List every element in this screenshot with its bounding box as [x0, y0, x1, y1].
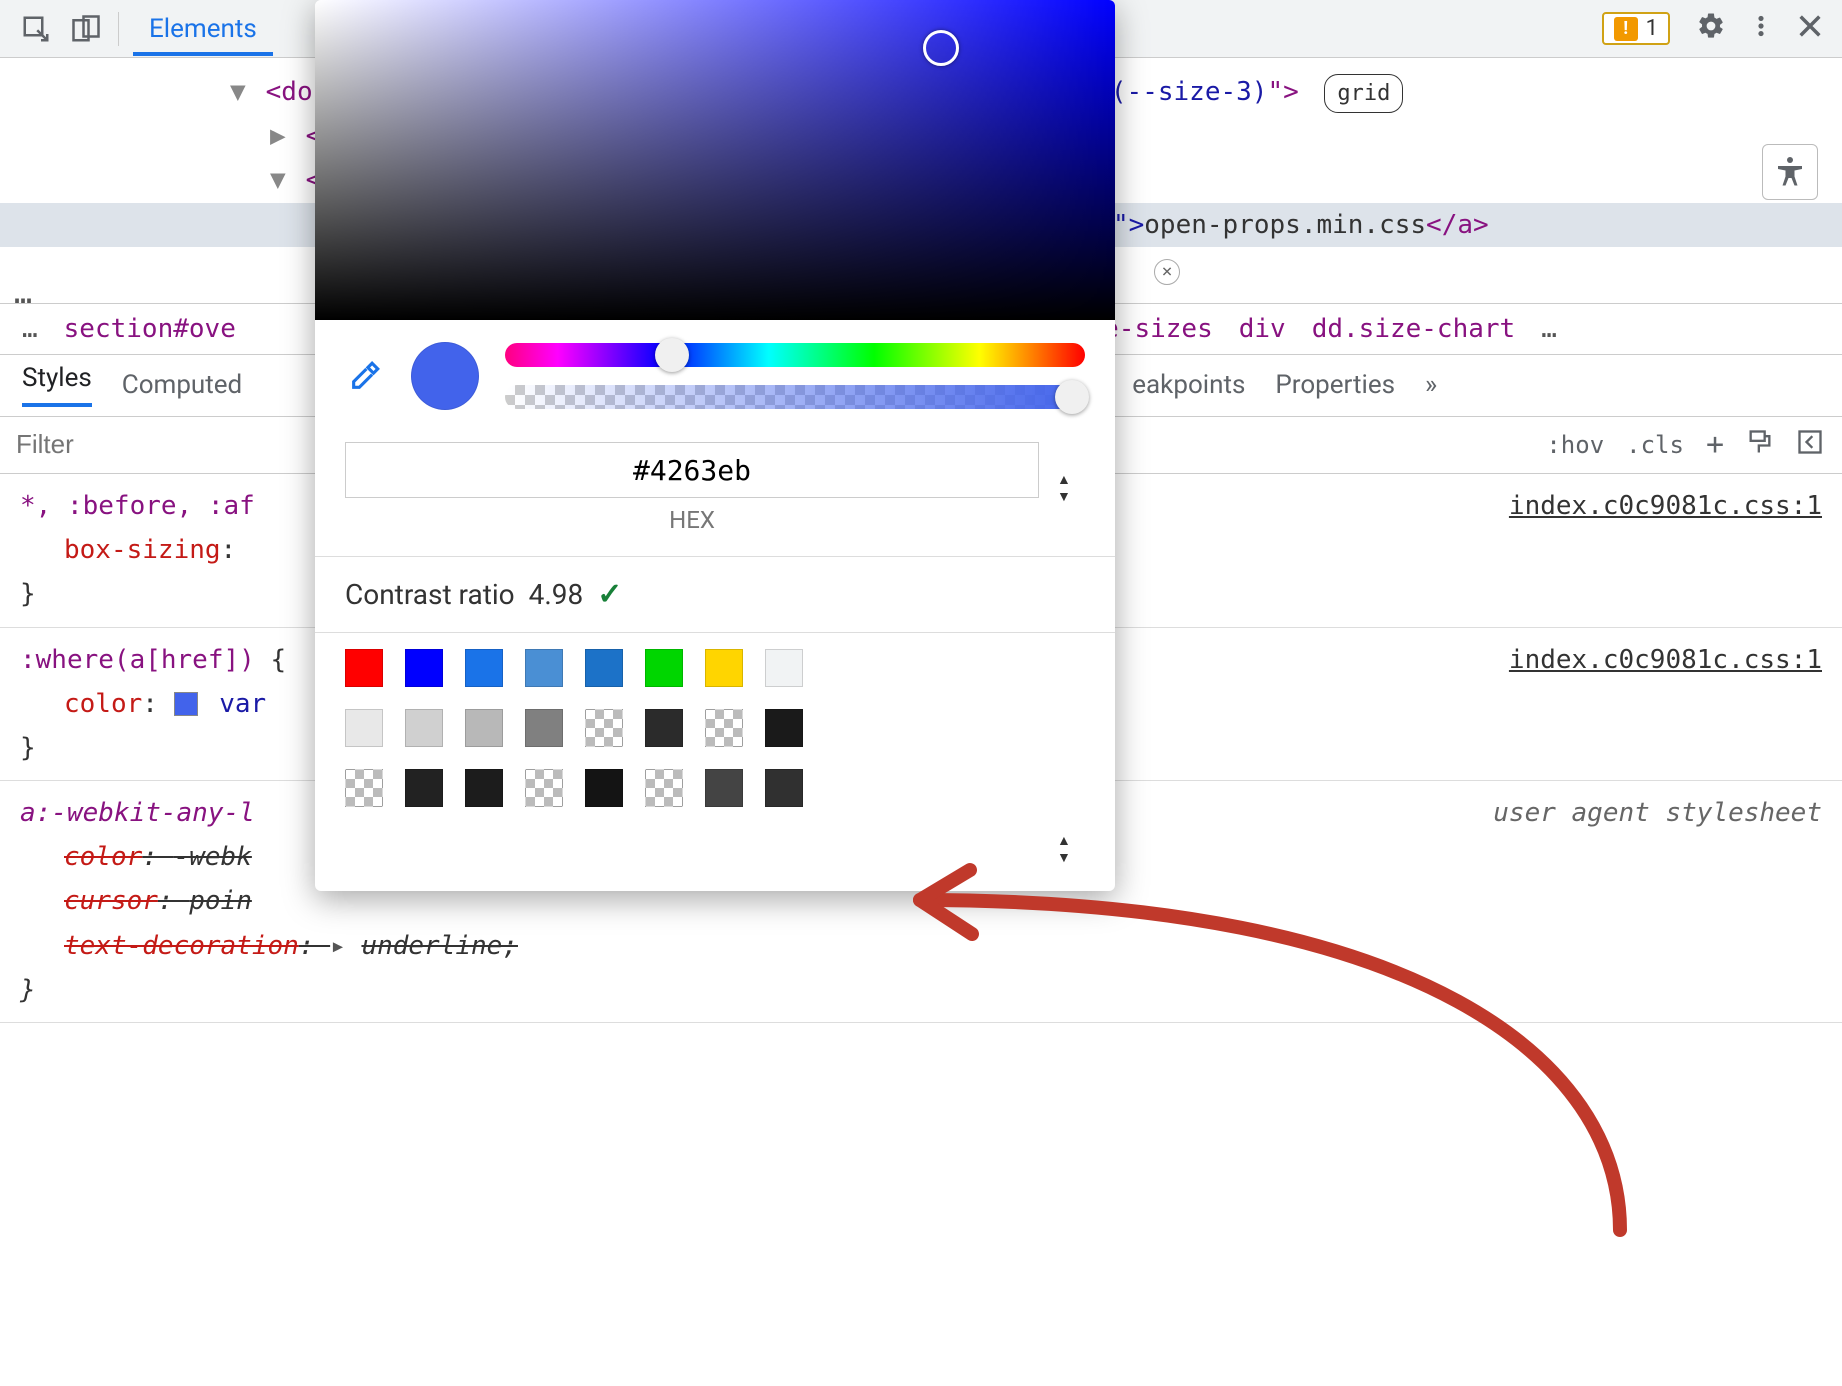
palette-swatch[interactable] — [765, 709, 803, 747]
paint-icon[interactable] — [1746, 428, 1774, 462]
close-icon[interactable] — [1796, 12, 1824, 46]
computed-toggle-icon[interactable] — [1796, 428, 1824, 462]
palette-swatch[interactable] — [345, 709, 383, 747]
tab-properties[interactable]: Properties — [1275, 370, 1395, 400]
new-style-rule-icon[interactable]: + — [1706, 427, 1724, 462]
issues-badge[interactable]: ! 1 — [1602, 12, 1670, 45]
palette-swatch[interactable] — [585, 649, 623, 687]
breadcrumb-item[interactable]: section#ove — [64, 314, 236, 344]
source-link[interactable]: index.c0c9081c.css:1 — [1509, 638, 1822, 682]
palette-swatch[interactable] — [585, 769, 623, 807]
eyedropper-icon[interactable] — [345, 356, 385, 396]
alpha-slider[interactable] — [505, 385, 1085, 409]
dom-text: open-props.min.css — [1144, 210, 1426, 240]
palette-swatch[interactable] — [705, 709, 743, 747]
saturation-value-area[interactable] — [315, 0, 1115, 320]
breadcrumb-item[interactable]: dd.size-chart — [1312, 314, 1516, 344]
hue-slider[interactable] — [505, 343, 1085, 367]
css-value: underline; — [361, 931, 518, 961]
subtabs-overflow[interactable]: » — [1425, 370, 1437, 400]
grid-badge[interactable]: grid — [1324, 74, 1403, 113]
palette-swatch[interactable] — [405, 649, 443, 687]
source-link[interactable]: index.c0c9081c.css:1 — [1509, 484, 1822, 528]
expand-triangle-icon[interactable]: ▼ — [230, 70, 250, 114]
palette-swatch[interactable] — [525, 769, 563, 807]
warning-icon: ! — [1614, 17, 1638, 41]
settings-icon[interactable] — [1696, 11, 1726, 47]
current-color-swatch — [411, 342, 479, 410]
palette-swatch[interactable] — [645, 709, 683, 747]
expand-triangle-icon[interactable]: ▶ — [270, 114, 290, 158]
contrast-ratio-row[interactable]: Contrast ratio 4.98 ✓ — [315, 557, 1115, 632]
brace: } — [20, 733, 36, 763]
tab-elements[interactable]: Elements — [133, 2, 273, 56]
palette-swatch[interactable] — [645, 649, 683, 687]
hue-handle[interactable] — [655, 338, 689, 372]
tab-computed[interactable]: Computed — [122, 370, 242, 400]
palette-swatch[interactable] — [765, 649, 803, 687]
contrast-value: 4.98 — [529, 578, 584, 611]
css-property[interactable]: color — [64, 689, 142, 719]
color-format-label: HEX — [345, 506, 1039, 534]
css-property[interactable]: box-sizing — [64, 535, 221, 565]
issues-count: 1 — [1646, 16, 1658, 41]
brace: } — [20, 975, 36, 1005]
device-toggle-icon[interactable] — [68, 11, 104, 47]
css-property: cursor — [64, 886, 158, 916]
palette-swatch[interactable] — [345, 769, 383, 807]
brace: } — [20, 579, 36, 609]
breadcrumb-overflow-right[interactable]: … — [1541, 314, 1557, 344]
remove-chip-icon[interactable]: × — [1154, 259, 1180, 285]
css-property: text-decoration — [64, 931, 299, 961]
contrast-label: Contrast ratio — [345, 578, 515, 611]
breadcrumb-item[interactable]: div — [1239, 314, 1286, 344]
color-palette: ▲ ▼ — [315, 633, 1115, 891]
palette-swatch[interactable] — [765, 769, 803, 807]
css-property: color — [64, 842, 142, 872]
dom-closing-tag: </a> — [1426, 210, 1489, 240]
chevron-down-icon[interactable]: ▼ — [1057, 849, 1085, 866]
palette-swatch[interactable] — [465, 769, 503, 807]
inspect-icon[interactable] — [18, 11, 54, 47]
palette-swatch[interactable] — [345, 649, 383, 687]
tab-breakpoints[interactable]: eakpoints — [1132, 370, 1245, 400]
css-selector: *, :before, :af — [20, 491, 255, 521]
chevron-up-icon[interactable]: ▲ — [1057, 471, 1085, 488]
kebab-menu-icon[interactable] — [1748, 13, 1774, 45]
palette-swatch[interactable] — [525, 649, 563, 687]
alpha-handle[interactable] — [1055, 380, 1089, 414]
palette-swatch[interactable] — [405, 769, 443, 807]
css-selector: :where(a[href]) — [20, 645, 255, 675]
chevron-down-icon[interactable]: ▼ — [1057, 488, 1085, 505]
color-format-stepper[interactable]: ▲ ▼ — [1057, 468, 1085, 508]
hex-input[interactable] — [345, 442, 1039, 498]
palette-swatch[interactable] — [585, 709, 623, 747]
palette-stepper[interactable]: ▲ ▼ — [1057, 829, 1085, 869]
collapsed-ancestors: … — [14, 268, 35, 319]
expand-triangle-icon[interactable]: ▼ — [270, 158, 290, 202]
dom-tag: <do — [266, 77, 313, 107]
satval-handle[interactable] — [923, 30, 959, 66]
palette-swatch[interactable] — [465, 709, 503, 747]
tab-styles[interactable]: Styles — [22, 363, 92, 407]
palette-swatch[interactable] — [705, 769, 743, 807]
accessibility-icon[interactable] — [1762, 144, 1818, 200]
palette-swatch[interactable] — [525, 709, 563, 747]
css-selector: a:-webkit-any-l — [20, 798, 255, 828]
check-icon: ✓ — [597, 577, 622, 612]
palette-swatch[interactable] — [465, 649, 503, 687]
ua-stylesheet-label: user agent stylesheet — [1493, 791, 1822, 835]
cls-toggle[interactable]: .cls — [1626, 431, 1684, 459]
chevron-up-icon[interactable]: ▲ — [1057, 832, 1085, 849]
css-value[interactable]: var — [219, 689, 266, 719]
palette-swatch[interactable] — [645, 769, 683, 807]
color-picker-popover: HEX ▲ ▼ Contrast ratio 4.98 ✓ ▲ ▼ — [315, 0, 1115, 891]
palette-swatch[interactable] — [405, 709, 443, 747]
hov-toggle[interactable]: :hov — [1546, 431, 1604, 459]
palette-swatch[interactable] — [705, 649, 743, 687]
color-swatch-icon[interactable] — [174, 692, 198, 716]
